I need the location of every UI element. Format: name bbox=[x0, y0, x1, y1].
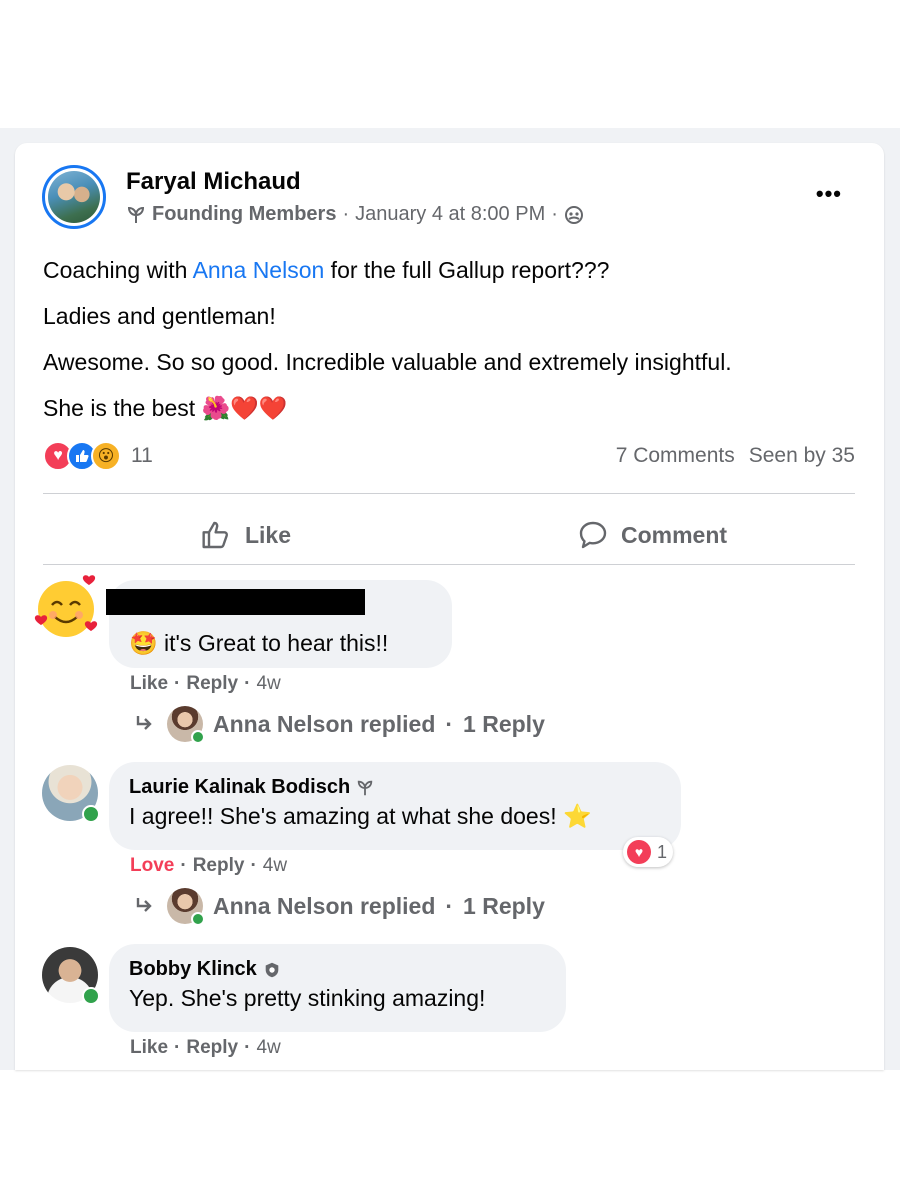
reactions-row: ♥ 😮 11 7 Comments Seen by 35 bbox=[43, 439, 855, 473]
comment-time[interactable]: 4w bbox=[256, 673, 280, 695]
comment-like-link[interactable]: Like bbox=[130, 1037, 168, 1059]
post-line-2: Ladies and gentleman! bbox=[43, 303, 276, 329]
group-badge-label[interactable]: Founding Members bbox=[152, 203, 336, 226]
redacted-commenter-name bbox=[106, 589, 365, 615]
star-struck-emoji: 🤩 bbox=[129, 630, 158, 656]
commenter-name[interactable]: Bobby Klinck bbox=[129, 958, 546, 981]
smiling-face-hearts-icon[interactable] bbox=[33, 571, 103, 641]
comment-button[interactable]: Comment bbox=[449, 507, 855, 563]
comment-time[interactable]: 4w bbox=[263, 855, 287, 877]
meta-separator: · bbox=[551, 203, 558, 225]
like-button[interactable]: Like bbox=[43, 507, 449, 563]
love-reaction-icon: ♥ bbox=[627, 840, 651, 864]
like-label: Like bbox=[244, 521, 292, 548]
divider bbox=[43, 564, 855, 565]
comment-reply-link[interactable]: Reply bbox=[193, 855, 245, 877]
post-body: Coaching with Anna Nelson for the full G… bbox=[43, 247, 863, 431]
comment-label: Comment bbox=[620, 521, 728, 548]
post-line-4: She is the best 🌺❤️❤️ bbox=[43, 395, 288, 421]
more-options-button[interactable]: ••• bbox=[816, 181, 842, 207]
author-name[interactable]: Faryal Michaud bbox=[126, 168, 301, 196]
comment-time[interactable]: 4w bbox=[256, 1037, 280, 1059]
reply-arrow-icon bbox=[136, 898, 152, 912]
online-indicator bbox=[82, 805, 100, 823]
view-replies-link[interactable]: Anna Nelson replied · 1 Reply bbox=[133, 888, 545, 926]
comment-bubble[interactable]: Bobby Klinck Yep. She's pretty stinking … bbox=[109, 944, 566, 1032]
comment-like-link[interactable]: Like bbox=[130, 673, 168, 695]
comments-count[interactable]: 7 Comments bbox=[616, 444, 735, 468]
comment-reaction-badge[interactable]: ♥ 1 bbox=[623, 837, 674, 867]
replier-avatar bbox=[167, 888, 205, 926]
post-line-3: Awesome. So so good. Incredible valuable… bbox=[43, 349, 732, 375]
post-timestamp[interactable]: January 4 at 8:00 PM bbox=[355, 203, 545, 226]
online-indicator bbox=[82, 987, 100, 1005]
post-stats: 7 Comments Seen by 35 bbox=[616, 444, 855, 468]
comment-bubble[interactable]: Laurie Kalinak Bodisch I agree!! She's a… bbox=[109, 762, 681, 850]
star-emoji: ⭐ bbox=[562, 803, 592, 829]
speech-bubble-icon bbox=[579, 521, 607, 549]
comment-text: I agree!! She's amazing at what she does… bbox=[129, 803, 592, 829]
commenter-name[interactable]: Laurie Kalinak Bodisch bbox=[129, 776, 661, 799]
meta-separator: · bbox=[342, 203, 350, 225]
comment-actions: Like · Reply · 4w bbox=[130, 1037, 281, 1059]
flower-hearts-emoji: 🌺❤️❤️ bbox=[201, 395, 288, 421]
comment-reply-link[interactable]: Reply bbox=[186, 673, 238, 695]
comment-actions: Like · Reply · 4w bbox=[130, 673, 281, 695]
wow-reaction-icon: 😮 bbox=[91, 441, 121, 471]
thumbs-up-icon bbox=[202, 521, 229, 549]
comment-actions: Love · Reply · 4w bbox=[130, 855, 288, 877]
comment-text: 🤩 it's Great to hear this!! bbox=[129, 630, 389, 656]
reaction-summary[interactable]: ♥ 😮 11 bbox=[43, 441, 153, 471]
sprout-icon bbox=[127, 206, 145, 223]
admin-shield-icon bbox=[265, 962, 279, 977]
mention-link[interactable]: Anna Nelson bbox=[193, 257, 325, 283]
comment-love-link[interactable]: Love bbox=[130, 855, 174, 877]
comment-reply-link[interactable]: Reply bbox=[186, 1037, 238, 1059]
post-line-1: Coaching with Anna Nelson for the full G… bbox=[43, 257, 610, 283]
view-replies-link[interactable]: Anna Nelson replied · 1 Reply bbox=[133, 706, 545, 744]
seen-by-count[interactable]: Seen by 35 bbox=[749, 444, 855, 468]
comment-text: Yep. She's pretty stinking amazing! bbox=[129, 985, 486, 1011]
reaction-count[interactable]: 11 bbox=[131, 444, 153, 468]
reply-arrow-icon bbox=[136, 716, 152, 730]
post-card: Faryal Michaud Founding Members · Januar… bbox=[15, 143, 884, 1070]
group-audience-icon bbox=[564, 205, 583, 224]
sprout-icon bbox=[357, 780, 373, 795]
author-avatar[interactable] bbox=[42, 165, 106, 229]
post-meta: Founding Members · January 4 at 8:00 PM … bbox=[126, 203, 584, 226]
replier-avatar bbox=[167, 706, 205, 744]
divider bbox=[43, 493, 855, 494]
